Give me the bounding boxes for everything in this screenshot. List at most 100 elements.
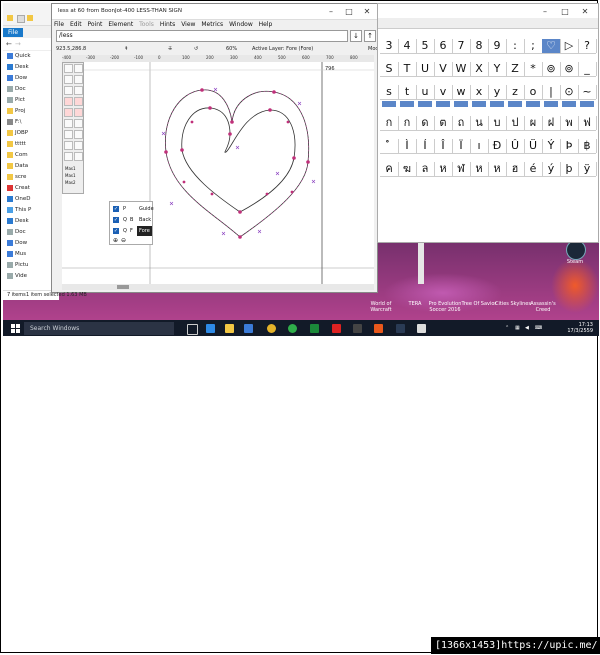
steam-taskbar-icon[interactable] (396, 324, 405, 333)
rotate-tool[interactable] (74, 119, 83, 128)
acrobat-icon[interactable] (332, 324, 341, 333)
desktop-icon-ac[interactable]: Assassin's Creed (525, 301, 561, 313)
app-green-icon[interactable] (288, 324, 297, 333)
glyph-cell[interactable]: v (434, 85, 453, 99)
menu-edit[interactable]: Edit (68, 20, 84, 30)
3d-rotate-tool[interactable] (74, 152, 83, 161)
glyph-cell[interactable]: น (470, 116, 489, 130)
glyph-cell[interactable]: Ü (524, 139, 543, 153)
glyph-cell[interactable]: Z (506, 62, 525, 76)
horizontal-scrollbar[interactable] (62, 284, 374, 290)
mini-layer[interactable]: Mas1 (65, 173, 76, 178)
layer-fore[interactable]: ✓ Q F Fore (112, 226, 152, 236)
glyph-cell[interactable]: ป (506, 116, 525, 130)
glyph-cell[interactable]: พ (560, 116, 579, 130)
close-button[interactable]: ✕ (358, 6, 376, 17)
glyph-cell[interactable]: _ (578, 62, 597, 76)
task-view-icon[interactable] (187, 324, 198, 335)
mini-layer[interactable]: Mas1 (65, 166, 76, 171)
glyph-cell[interactable]: þ (560, 162, 579, 176)
tree-item[interactable]: OneD (3, 194, 55, 205)
glyph-cell[interactable]: Ì (398, 139, 417, 153)
network-icon[interactable]: ▦ (515, 325, 520, 331)
taskbar-search[interactable]: Search Windows (24, 322, 174, 335)
glyph-cell[interactable]: T (398, 62, 417, 76)
hand-tool[interactable] (74, 64, 83, 73)
ruler-tool[interactable] (74, 86, 83, 95)
glyph-cell[interactable]: S (380, 62, 399, 76)
minimize-button[interactable]: – (536, 6, 554, 17)
checkbox-checked-icon[interactable]: ✓ (113, 228, 119, 234)
app-orange-icon[interactable] (374, 324, 383, 333)
app-dark-icon[interactable] (353, 324, 362, 333)
glyph-cell[interactable]: Î (434, 139, 453, 153)
layer-guide[interactable]: ✓ P Guide (112, 204, 154, 214)
glyph-cell[interactable]: ถ (452, 116, 471, 130)
tree-item[interactable]: Proj (3, 106, 55, 117)
glyph-cell[interactable]: ฬ (452, 162, 471, 176)
knife-tool[interactable] (64, 86, 73, 95)
add-layer-icon[interactable]: ⊕ (113, 237, 118, 244)
glyph-cell[interactable]: ; (524, 39, 543, 53)
prev-glyph-button[interactable]: ↑ (364, 30, 376, 42)
glyph-cell[interactable]: t (398, 85, 417, 99)
glyph-cell[interactable]: ด (416, 116, 435, 130)
glyph-cell[interactable]: y (488, 85, 507, 99)
file-tab[interactable]: File (3, 28, 23, 37)
menu-file[interactable]: File (52, 20, 66, 30)
close-button[interactable]: ✕ (576, 6, 594, 17)
glyph-cell[interactable]: ฆ (398, 162, 417, 176)
glyph-cell[interactable]: W (452, 62, 471, 76)
glyph-cell[interactable]: ฟ (578, 116, 597, 130)
tree-item[interactable]: scre (3, 172, 55, 183)
maximize-button[interactable]: □ (340, 6, 358, 17)
glyph-cell[interactable]: ý (542, 162, 561, 176)
glyph-cell[interactable]: ⊚ (542, 62, 561, 76)
glyph-cell[interactable]: ฮ (506, 162, 525, 176)
glyph-cell[interactable]: ห (488, 162, 507, 176)
hv-point-tool[interactable] (74, 108, 83, 117)
glyph-cell[interactable]: Y (488, 62, 507, 76)
glyph-cell[interactable]: 4 (398, 39, 417, 53)
checkbox-checked-icon[interactable]: ✓ (113, 206, 119, 212)
desktop-icon-tos[interactable]: Tree Of Savior (461, 301, 497, 307)
glyph-cell[interactable]: X (470, 62, 489, 76)
perspective-tool[interactable] (64, 152, 73, 161)
edge-icon[interactable] (206, 324, 215, 333)
glyph-cell[interactable]: ı (470, 139, 489, 153)
back-arrow-icon[interactable]: ← (6, 40, 12, 48)
glyph-cell[interactable]: V (434, 62, 453, 76)
tree-item[interactable]: Mus (3, 249, 55, 260)
menu-help[interactable]: Help (257, 20, 275, 30)
glyph-cell[interactable]: x (470, 85, 489, 99)
checkbox-checked-icon[interactable]: ✓ (113, 217, 119, 223)
glyph-cell[interactable]: ผ (524, 116, 543, 130)
glyph-cell[interactable]: ก (380, 116, 399, 130)
glyph-cell[interactable]: ค (380, 162, 399, 176)
scale-tool[interactable] (64, 119, 73, 128)
tree-item-quick[interactable]: Quick (3, 51, 55, 62)
glyph-cell[interactable]: 3 (380, 39, 399, 53)
skew-tool[interactable] (74, 130, 83, 139)
glyph-cell[interactable]: ต (434, 116, 453, 130)
glyph-cell[interactable]: 9 (488, 39, 507, 53)
mini-layer[interactable]: Mas2 (65, 180, 76, 185)
tree-item[interactable]: Doc (3, 227, 55, 238)
tree-item[interactable]: Desk (3, 216, 55, 227)
glyph-cell[interactable]: w (452, 85, 471, 99)
glyph-outline[interactable]: 796 (62, 62, 374, 284)
glyph-cell[interactable]: Ð (488, 139, 507, 153)
menu-point[interactable]: Point (86, 20, 105, 30)
glyph-cell[interactable]: 6 (434, 39, 453, 53)
glyph-cell[interactable]: ~ (578, 85, 597, 99)
tree-item[interactable]: Com (3, 150, 55, 161)
curve-point-tool[interactable] (64, 97, 73, 106)
glyph-cell[interactable]: : (506, 39, 525, 53)
chevron-up-icon[interactable]: ⌃ (505, 325, 509, 331)
glyph-cell[interactable]: z (506, 85, 525, 99)
glyph-cell[interactable]: ⊙ (560, 85, 579, 99)
remove-layer-icon[interactable]: ⊖ (121, 237, 126, 244)
glyph-cell[interactable]: ÿ (578, 162, 597, 176)
file-explorer-icon[interactable] (225, 324, 234, 333)
pointer-tool[interactable] (64, 64, 73, 73)
